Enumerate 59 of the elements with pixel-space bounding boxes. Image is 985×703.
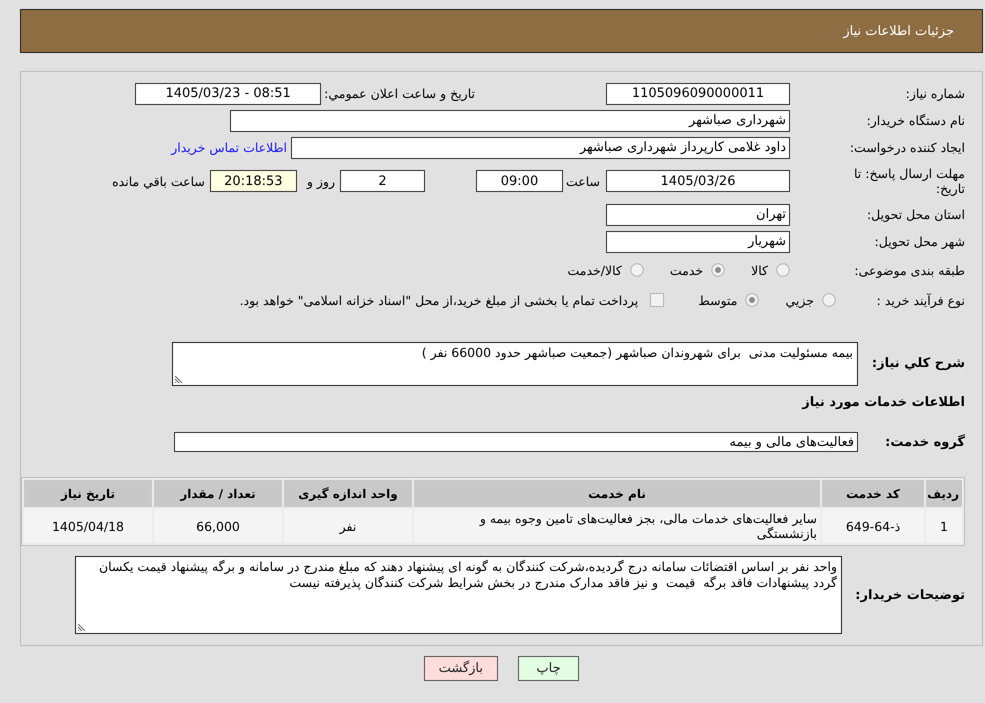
back-button[interactable]: بازگشت [424, 656, 498, 681]
column-header: کد خدمت [822, 480, 924, 507]
option-label: متوسط [698, 292, 738, 308]
section-heading: اطلاعات خدمات مورد نياز [802, 394, 965, 410]
field-label: شماره نیاز: [904, 86, 965, 101]
deadline-date-field[interactable]: 1405/03/26 [606, 170, 790, 192]
field-label: نام دستگاه خريدار: [866, 113, 965, 128]
option-label: كالا [751, 262, 768, 278]
table-cell: 66,000 [154, 509, 282, 543]
radio-button[interactable] [630, 263, 644, 277]
field-label: تاریخ و ساعت اعلان عمومي: [324, 86, 475, 101]
table-cell: 1405/04/18 [24, 509, 152, 543]
field-label: مهلت ارسال پاسخ: تا تاریخ: [853, 166, 965, 196]
days-field[interactable]: 2 [340, 170, 425, 192]
city-field[interactable]: شهريار [606, 230, 790, 252]
table-cell: ذ-64-649 [822, 509, 924, 543]
field-label: شهر محل تحويل: [874, 234, 965, 249]
field-label: روز و [306, 174, 335, 188]
checkbox[interactable] [650, 293, 664, 307]
table-cell: 1 [926, 509, 962, 543]
print-button[interactable]: چاپ [518, 656, 579, 681]
column-header: تاريخ نياز [24, 480, 152, 507]
field-label: طبقه بندی موضوعی: [853, 262, 965, 278]
treasury-payment-text: پرداخت تمام يا بخشی از مبلغ خريد،از محل "اسناد خزانه اسلامی" خواهد بود. [240, 292, 638, 308]
description-textarea[interactable]: بيمه مسئوليت مدنی برای شهروندان صباشهر (جمعيت صباشهر حدود 66000 نفر ) [172, 342, 858, 386]
field-label: ايجاد کننده درخواست: [848, 140, 965, 155]
province-field[interactable]: تهران [606, 204, 790, 226]
option-label: جزيي [785, 292, 814, 308]
remaining-time-field[interactable]: 20:18:53 [210, 170, 297, 192]
resize-grip-icon[interactable] [175, 375, 183, 383]
buyer-notes-textarea[interactable]: واحد نفر بر اساس اقتضائات سامانه درج گرديده،شرکت کنندگان به گونه ای پيشنهاد دهند که مبلغ مندرج در سامانه و برگه پيشنهاد قيمت يکسان گردد پيشنهادات فاقد برگه قيمت و نيز فاقد مدارک مندرج در بخش شرايط شرکت کنندگان پذيرفته نيست [75, 556, 842, 634]
field-label: استان محل تحويل: [866, 207, 965, 222]
field-label: گروه خدمت: [884, 434, 965, 450]
requester-field[interactable]: داود غلامی کارپرداز شهرداری صباشهر [291, 136, 790, 158]
option-label: خدمت [670, 262, 704, 278]
radio-button[interactable] [711, 263, 726, 277]
field-label: نوع فرآيند خريد : [876, 292, 965, 308]
announcement-date-field[interactable]: 1405/03/23 - 08:51 [135, 82, 322, 104]
field-label: ساعت باقي مانده [112, 174, 205, 188]
table-cell: ساير فعاليت‌هاى خدمات مالی، بجز فعاليت‌هاى تامين وجوه بيمه و بازنشستگی [414, 509, 820, 543]
radio-button[interactable] [822, 293, 836, 307]
field-label: توضيحات خريدار: [854, 588, 965, 602]
need-number-field[interactable]: 1105096090000011 [606, 82, 790, 104]
field-label: ساعت [566, 174, 600, 188]
deadline-time-field[interactable]: 09:00 [476, 170, 563, 192]
buyer-organization-field[interactable]: شهرداری صباشهر [230, 110, 790, 132]
service-group-field[interactable]: فعاليت‌هاى مالی و بيمه [174, 432, 858, 452]
table-cell: نفر [284, 509, 412, 543]
radio-button[interactable] [776, 263, 790, 277]
resize-grip-icon[interactable] [78, 623, 86, 631]
column-header: رديف [926, 480, 962, 507]
field-label: شرح کلي نياز: [870, 356, 965, 371]
header-title: جزئیات اطلاعات نیاز [843, 24, 954, 38]
buyer-contact-link[interactable]: اطلاعات تماس خريدار [171, 140, 287, 155]
column-header: تعداد / مقدار [154, 480, 282, 507]
option-label: كالا/خدمت [567, 262, 622, 278]
radio-button[interactable] [745, 293, 760, 307]
column-header: واحد اندازه گيری [284, 480, 412, 507]
column-header: نام خدمت [414, 480, 820, 507]
